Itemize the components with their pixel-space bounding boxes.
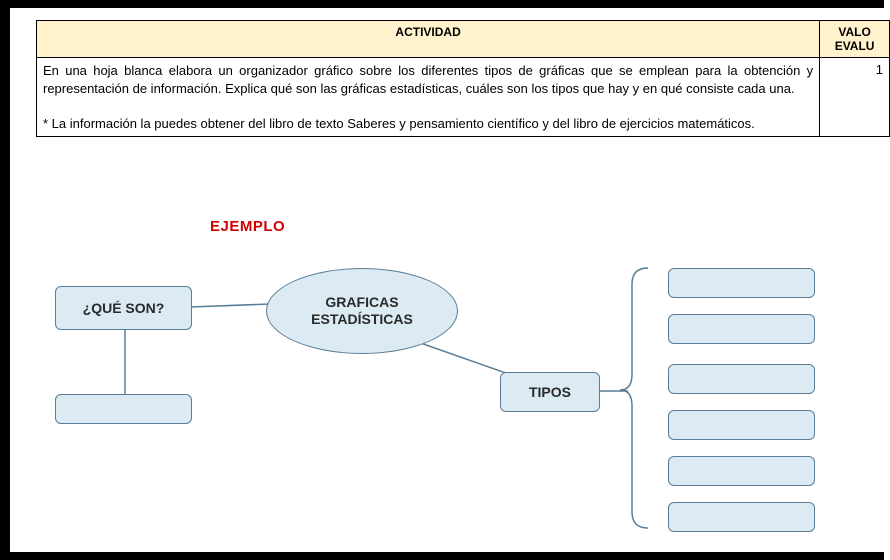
node-que-son: ¿QUÉ SON? (55, 286, 192, 330)
node-tipo-1 (668, 268, 815, 298)
node-tipo-4 (668, 410, 815, 440)
node-que-son-answer (55, 394, 192, 424)
graphic-organizer-diagram: ¿QUÉ SON? GRAFICAS ESTADÍSTICAS TIPOS (0, 0, 890, 560)
center-line1: GRAFICAS (325, 294, 398, 310)
document-page: ACTIVIDAD VALO EVALU En una hoja blanca … (0, 0, 890, 560)
center-line2: ESTADÍSTICAS (311, 311, 413, 327)
node-center-graficas-estadisticas: GRAFICAS ESTADÍSTICAS (266, 268, 458, 354)
node-tipo-2 (668, 314, 815, 344)
node-tipo-3 (668, 364, 815, 394)
node-tipos: TIPOS (500, 372, 600, 412)
node-tipo-5 (668, 456, 815, 486)
node-tipo-6 (668, 502, 815, 532)
